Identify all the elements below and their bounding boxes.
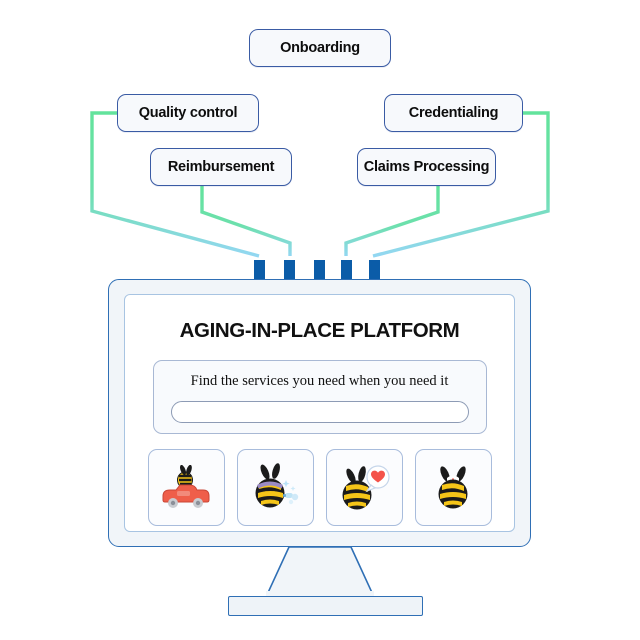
diagram-canvas: Onboarding Quality control Credentialing… [0,0,640,640]
node-claims-processing[interactable]: Claims Processing [357,148,496,186]
service-card-transportation[interactable] [147,449,225,526]
page-title: AGING-IN-PLACE PLATFORM [179,319,460,342]
search-panel: Find the services you need when you need… [152,360,487,434]
monitor-screen: AGING-IN-PLACE PLATFORM Find the service… [124,294,515,532]
port-connector-2 [314,260,325,280]
node-reimbursement-label: Reimbursement [167,159,275,175]
node-credentialing[interactable]: Credentialing [384,94,523,132]
node-reimbursement[interactable]: Reimbursement [150,148,292,186]
port-connector-1 [284,260,295,280]
search-tagline: Find the services you need when you need… [190,373,449,389]
connector-claims-processing [344,186,440,256]
search-input[interactable] [170,401,469,423]
service-card-companionship[interactable] [325,449,403,526]
monitor-stand-neck [266,547,374,597]
node-onboarding[interactable]: Onboarding [249,29,391,67]
port-connector-0 [254,260,265,280]
bee-with-heart-icon [342,464,390,509]
node-onboarding-label: Onboarding [280,40,360,56]
node-quality-control[interactable]: Quality control [117,94,259,132]
service-card-housekeeping[interactable] [236,449,314,526]
connector-reimbursement [200,186,292,256]
port-connector-3 [341,260,352,280]
service-card-nursing[interactable] [414,449,492,526]
port-connector-4 [369,260,380,280]
monitor-stand-base [228,596,423,616]
node-credentialing-label: Credentialing [408,105,499,121]
bee-in-red-car-icon [162,464,210,508]
node-claims-processing-label: Claims Processing [363,159,490,175]
service-cards-row [147,449,492,526]
node-quality-control-label: Quality control [138,105,238,121]
bee-with-spray-icon [255,462,299,507]
bee-with-nurse-cap-icon [438,465,468,508]
